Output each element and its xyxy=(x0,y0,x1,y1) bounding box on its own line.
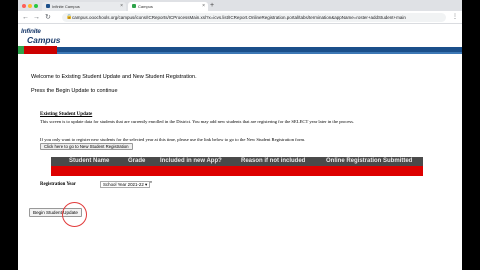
student-table: Student Name Grade Included in new App? … xyxy=(51,157,423,176)
reload-icon[interactable]: ↻ xyxy=(45,12,51,23)
url-text: campus.ooochools.org/campus/icons/ICRepo… xyxy=(72,15,406,20)
instruction-text: Press the Begin Update to continue xyxy=(31,88,118,94)
header-band xyxy=(18,47,462,54)
logo-text-top: Infinite xyxy=(21,28,41,35)
click-indicator-ring xyxy=(62,202,87,227)
required-marker: * xyxy=(150,181,152,187)
header-accent-red xyxy=(24,46,57,54)
forward-icon[interactable]: → xyxy=(33,12,40,23)
minimize-window-icon[interactable] xyxy=(28,4,32,8)
close-tab-icon[interactable]: × xyxy=(120,2,123,11)
column-submitted: Online Registration Submitted xyxy=(326,158,413,164)
campus-header: Infinite Campus xyxy=(18,25,462,59)
close-window-icon[interactable] xyxy=(22,4,26,8)
tab-label: Infinite Campus xyxy=(52,4,80,9)
logo-text-bottom: Campus xyxy=(27,35,61,45)
column-reason: Reason if not included xyxy=(241,158,306,164)
new-registration-description: If you only want to register new student… xyxy=(40,137,306,142)
table-header-row: Student Name Grade Included in new App? … xyxy=(51,157,423,166)
back-icon[interactable]: ← xyxy=(22,12,29,23)
infinite-campus-logo: Infinite Campus xyxy=(21,28,65,48)
address-bar[interactable]: 🔒 campus.ooochools.org/campus/icons/ICRe… xyxy=(62,13,446,22)
tab-infinite-campus[interactable]: Infinite Campus × xyxy=(42,2,126,11)
table-row xyxy=(51,166,423,176)
new-tab-button[interactable]: + xyxy=(210,0,214,11)
tab-campus[interactable]: Campus × xyxy=(128,2,208,11)
close-tab-icon[interactable]: × xyxy=(202,2,205,11)
registration-year-select[interactable]: School Year 2021-22 ▾ xyxy=(100,181,151,188)
welcome-text: Welcome to Existing Student Update and N… xyxy=(31,74,197,80)
column-grade: Grade xyxy=(128,158,146,164)
tab-strip: Infinite Campus × Campus × + xyxy=(18,0,462,11)
column-included: Included in new App? xyxy=(160,158,222,164)
campus-favicon-icon xyxy=(132,4,136,8)
main-content: Welcome to Existing Student Update and N… xyxy=(18,60,462,270)
existing-update-title: Existing Student Update xyxy=(40,112,93,117)
campus-favicon-icon xyxy=(46,4,50,8)
maximize-window-icon[interactable] xyxy=(34,4,38,8)
browser-menu-icon[interactable]: ⋮ xyxy=(452,12,458,23)
column-student-name: Student Name xyxy=(69,158,110,164)
browser-window: Infinite Campus × Campus × + ← → ↻ 🔒 cam… xyxy=(18,0,462,270)
registration-year-label: Registration Year xyxy=(40,182,76,187)
new-registration-button[interactable]: Click here to go to New Student Registra… xyxy=(40,143,133,150)
existing-update-description: This screen is to update data for studen… xyxy=(40,119,355,124)
browser-toolbar: ← → ↻ 🔒 campus.ooochools.org/campus/icon… xyxy=(18,11,462,24)
tab-label: Campus xyxy=(138,4,153,9)
lock-icon: 🔒 xyxy=(66,14,73,20)
